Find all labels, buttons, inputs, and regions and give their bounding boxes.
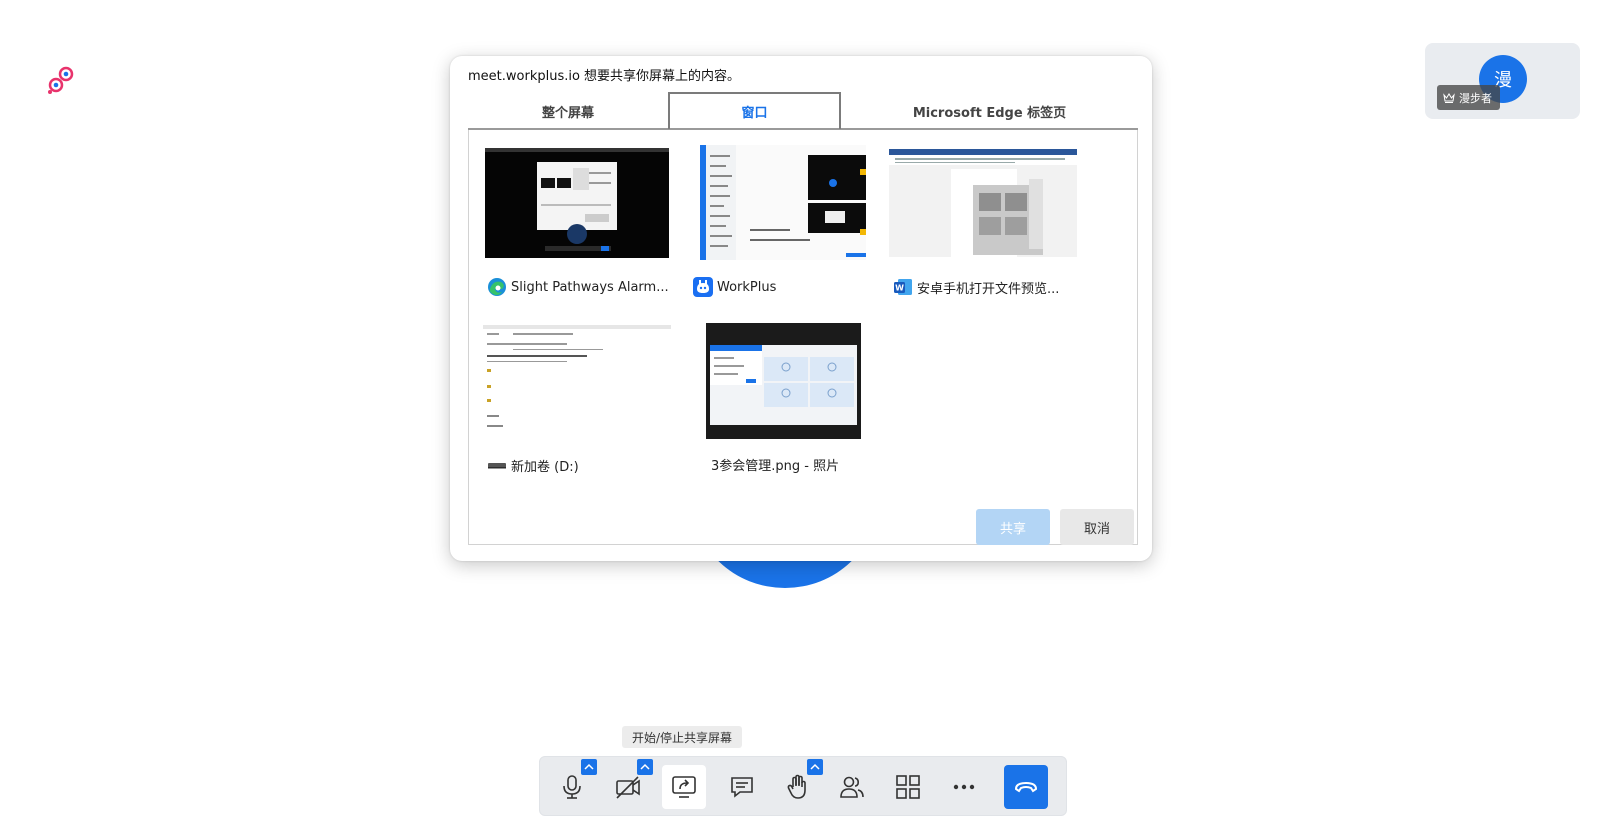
drive-icon (488, 463, 506, 469)
workplus-icon (693, 277, 713, 297)
edge-icon (488, 278, 506, 296)
share-screen-dialog: meet.workplus.io 想要共享你屏幕上的内容。 整个屏幕 窗口 Mi… (450, 56, 1152, 561)
window-thumbnail (883, 140, 1083, 265)
participant-tile[interactable]: 漫 漫步者 (1425, 43, 1580, 119)
window-label: Slight Pathways Alarm... (487, 277, 677, 297)
window-thumbnail-image (889, 148, 1077, 257)
meeting-stage: 漫 漫步者 meet.workplus.io 想要共享你屏幕上的内容。 整个屏幕… (0, 0, 1600, 833)
microphone-icon (563, 775, 581, 799)
more-button[interactable] (942, 765, 986, 809)
hang-up-icon (1014, 781, 1038, 793)
microphone-options-caret[interactable] (581, 759, 597, 775)
participants-button[interactable] (830, 765, 874, 809)
camera-options-caret[interactable] (637, 759, 653, 775)
chevron-up-icon (584, 763, 594, 770)
app-logo (48, 66, 74, 94)
window-thumbnail (683, 318, 883, 443)
window-thumbnail (683, 140, 883, 265)
share-screen-button[interactable] (662, 765, 706, 809)
participant-name-badge: 漫步者 (1437, 85, 1500, 110)
window-label: WorkPlus (693, 277, 883, 297)
dialog-buttons: 共享 取消 (976, 509, 1134, 545)
window-label: 新加卷 (D:) (487, 455, 677, 475)
tab-edge-tabs[interactable]: Microsoft Edge 标签页 (841, 92, 1138, 130)
window-thumbnail-image (705, 322, 861, 439)
chat-button[interactable] (720, 765, 764, 809)
participants-icon (840, 776, 864, 798)
tab-entire-screen[interactable]: 整个屏幕 (468, 92, 668, 130)
hang-up-button[interactable] (1004, 765, 1048, 809)
chevron-up-icon (810, 763, 820, 770)
camera-off-icon (616, 776, 640, 799)
window-label: W 安卓手机打开文件预览... (893, 277, 1083, 297)
meeting-toolbar (539, 756, 1067, 816)
tab-window[interactable]: 窗口 (668, 92, 841, 129)
dialog-title: meet.workplus.io 想要共享你屏幕上的内容。 (468, 69, 741, 84)
window-thumbnail-image (700, 145, 866, 260)
cancel-button[interactable]: 取消 (1060, 509, 1134, 545)
hand-icon (787, 774, 806, 799)
window-thumbnail-image (483, 324, 671, 437)
chevron-up-icon (640, 763, 650, 770)
raise-hand-options-caret[interactable] (807, 759, 823, 775)
share-screen-tooltip: 开始/停止共享屏幕 (622, 726, 743, 748)
word-icon: W (894, 279, 912, 295)
svg-text:W: W (895, 284, 904, 293)
crown-icon (1443, 93, 1455, 103)
participant-name: 漫步者 (1459, 91, 1492, 105)
window-label: 3参会管理.png - 照片 (711, 459, 840, 474)
more-icon (953, 784, 975, 790)
grid-icon (896, 775, 920, 799)
window-thumbnail (477, 318, 677, 443)
window-thumbnail (477, 140, 677, 265)
share-screen-icon (672, 776, 696, 798)
source-tabs: 整个屏幕 窗口 Microsoft Edge 标签页 (468, 92, 1138, 130)
share-button[interactable]: 共享 (976, 509, 1050, 545)
window-thumbnail-image (485, 147, 669, 258)
chat-icon (731, 777, 753, 798)
window-list: Slight Pathways Alarm... WorkPlus W 安卓手机… (468, 130, 1138, 545)
layout-button[interactable] (886, 765, 930, 809)
